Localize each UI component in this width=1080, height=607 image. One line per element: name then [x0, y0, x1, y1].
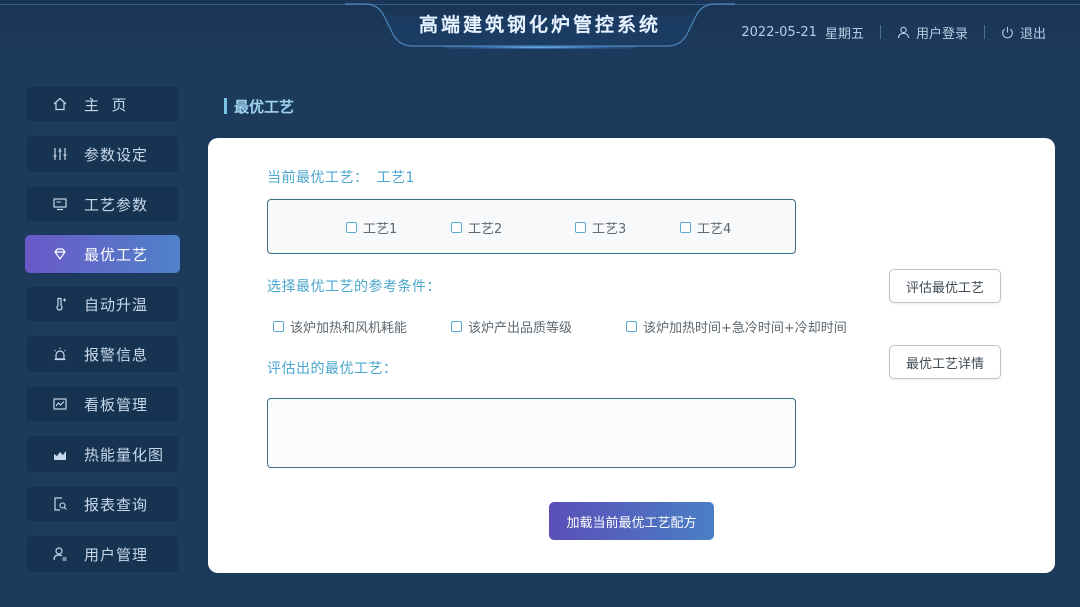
home-icon — [52, 96, 68, 112]
sidebar-item-label: 参数设定 — [84, 145, 149, 164]
sidebar-nav: 主 页 参数设定 工艺参数 最优工艺 自动升温 报警信息 看板管理 热能量化图 … — [25, 85, 180, 585]
checkbox-square[interactable] — [273, 321, 284, 332]
user-icon — [897, 26, 910, 38]
sidebar-item-label: 主 页 — [84, 95, 128, 114]
checkbox-square[interactable] — [626, 321, 637, 332]
sidebar-item-report-query[interactable]: 报表查询 — [25, 485, 180, 523]
checkbox-square[interactable] — [575, 222, 586, 233]
thermometer-icon — [52, 296, 68, 312]
sidebar-item-label: 看板管理 — [84, 395, 149, 414]
monitor-icon — [52, 196, 68, 212]
evaluated-optimal-label: 评估出的最优工艺： — [267, 361, 398, 377]
current-optimal-caption: 当前最优工艺： — [267, 170, 369, 186]
checkbox-square[interactable] — [451, 321, 462, 332]
process-checkbox-2[interactable]: 工艺2 — [451, 218, 502, 237]
weekday-text: 星期五 — [824, 26, 864, 42]
area-chart-icon — [52, 446, 68, 462]
title-accent-bar — [224, 98, 227, 114]
process-label: 工艺1 — [363, 222, 398, 237]
process-checkbox-1[interactable]: 工艺1 — [346, 218, 397, 237]
condition-checkbox-quality[interactable]: 该炉产出品质等级 — [451, 317, 572, 336]
condition-checkbox-energy[interactable]: 该炉加热和风机耗能 — [273, 317, 407, 336]
title-glow — [445, 46, 635, 49]
sidebar-item-auto-heating[interactable]: 自动升温 — [25, 285, 180, 323]
logout-label: 退出 — [1019, 26, 1046, 42]
toolbar-separator — [879, 25, 881, 39]
sidebar-item-label: 报警信息 — [84, 345, 149, 364]
sidebar-item-label: 自动升温 — [84, 295, 149, 314]
diamond-icon — [52, 246, 68, 262]
process-label: 工艺4 — [697, 222, 732, 237]
evaluate-optimal-button[interactable]: 评估最优工艺 — [889, 269, 1001, 303]
page-title: 最优工艺 — [224, 97, 295, 116]
toolbar-separator — [983, 25, 985, 39]
app-title: 高端建筑钢化炉管控系统 — [418, 14, 661, 36]
sidebar-item-optimal-process[interactable]: 最优工艺 — [25, 235, 180, 273]
report-search-icon — [52, 496, 68, 512]
checkbox-square[interactable] — [451, 222, 462, 233]
login-button[interactable]: 用户登录 — [897, 23, 968, 42]
page-title-text: 最优工艺 — [234, 97, 295, 116]
condition-label: 该炉加热时间+急冷时间+冷却时间 — [643, 321, 847, 336]
sidebar-item-label: 热能量化图 — [84, 445, 165, 464]
sidebar-item-label: 最优工艺 — [84, 245, 149, 264]
sidebar-item-dashboard-manage[interactable]: 看板管理 — [25, 385, 180, 423]
sliders-icon — [52, 146, 68, 162]
logout-button[interactable]: 退出 — [1001, 23, 1046, 42]
checkbox-square[interactable] — [346, 222, 357, 233]
sidebar-item-param-settings[interactable]: 参数设定 — [25, 135, 180, 173]
sidebar-item-label: 报表查询 — [84, 495, 149, 514]
sidebar-item-heat-map[interactable]: 热能量化图 — [25, 435, 180, 473]
load-recipe-button[interactable]: 加载当前最优工艺配方 — [549, 502, 714, 540]
condition-checkbox-time[interactable]: 该炉加热时间+急冷时间+冷却时间 — [626, 317, 847, 336]
chart-board-icon — [52, 396, 68, 412]
sidebar-item-home[interactable]: 主 页 — [25, 85, 180, 123]
evaluated-result-box[interactable] — [267, 398, 796, 468]
alarm-icon — [52, 346, 68, 362]
conditions-label: 选择最优工艺的参考条件： — [267, 279, 441, 295]
sidebar-item-label: 工艺参数 — [84, 195, 149, 214]
sidebar-item-user-manage[interactable]: 用户管理 — [25, 535, 180, 573]
process-label: 工艺3 — [592, 222, 627, 237]
process-label: 工艺2 — [468, 222, 503, 237]
current-optimal-label: 当前最优工艺： 工艺1 — [267, 167, 415, 187]
checkbox-square[interactable] — [680, 222, 691, 233]
app-header: 高端建筑钢化炉管控系统 2022-05-21 星期五 用户登录 退出 — [0, 0, 1080, 56]
date-display: 2022-05-21 星期五 — [741, 23, 864, 42]
optimal-detail-button[interactable]: 最优工艺详情 — [889, 345, 1001, 379]
login-label: 用户登录 — [915, 26, 968, 42]
sidebar-item-label: 用户管理 — [84, 545, 149, 564]
process-checkbox-4[interactable]: 工艺4 — [680, 218, 731, 237]
condition-label: 该炉加热和风机耗能 — [290, 321, 408, 336]
condition-label: 该炉产出品质等级 — [468, 321, 573, 336]
sidebar-item-alarm-info[interactable]: 报警信息 — [25, 335, 180, 373]
process-selection-box: 工艺1 工艺2 工艺3 工艺4 — [267, 199, 796, 254]
date-text: 2022-05-21 — [741, 24, 817, 40]
optimal-process-panel: 当前最优工艺： 工艺1 工艺1 工艺2 工艺3 工艺4 选择最优工艺的参考条件： … — [208, 138, 1055, 573]
power-icon — [1002, 26, 1013, 38]
header-toolbar: 2022-05-21 星期五 用户登录 退出 — [741, 22, 1046, 42]
title-plate: 高端建筑钢化炉管控系统 — [345, 0, 735, 50]
current-optimal-value: 工艺1 — [376, 170, 415, 186]
user-manage-icon — [52, 546, 68, 562]
process-checkbox-3[interactable]: 工艺3 — [575, 218, 626, 237]
sidebar-item-process-params[interactable]: 工艺参数 — [25, 185, 180, 223]
